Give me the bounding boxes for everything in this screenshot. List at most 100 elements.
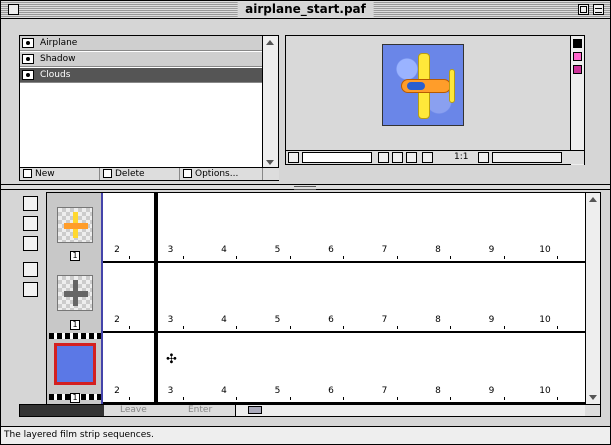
hand-tool-icon[interactable] — [23, 236, 38, 251]
trash-icon — [103, 169, 112, 178]
new-layer-icon — [23, 169, 32, 178]
eye-icon[interactable] — [22, 70, 34, 80]
frame-number: 4 — [221, 386, 227, 396]
title-bar[interactable]: airplane_start.paf — [1, 1, 610, 19]
frame-tick — [503, 397, 505, 400]
track-separator — [103, 331, 586, 333]
frame-number: 8 — [435, 245, 441, 255]
frame-tick — [396, 256, 398, 259]
frame-number: 10 — [539, 315, 551, 325]
frame-tick — [343, 397, 344, 400]
frame-tick — [182, 397, 184, 400]
frame-tick — [129, 256, 130, 259]
layer-row-shadow[interactable]: Shadow — [20, 52, 263, 67]
collapse-box[interactable] — [593, 4, 604, 15]
move-cursor-icon: ✣ — [166, 352, 177, 367]
plane-cockpit — [407, 82, 425, 90]
new-layer-button[interactable]: New — [20, 168, 100, 180]
step-forward-icon[interactable] — [392, 152, 403, 163]
timeline: 1 1 1 2 3 4 5 6 7 8 9 10 2 3 4 5 6 7 8 9 10 2 3 4 5 6 7 8 9 10 — [46, 192, 601, 404]
preview-hscroll[interactable] — [492, 152, 562, 163]
frame-number: 5 — [274, 315, 281, 325]
scroll-down-arrow-icon[interactable] — [589, 395, 597, 400]
frame-number: 4 — [221, 315, 227, 325]
layer-button-bar: New Delete Options... — [20, 167, 279, 180]
layer-list-scrollbar[interactable] — [262, 36, 278, 169]
layer-options-button[interactable]: Options... — [180, 168, 263, 180]
frame-number: 7 — [381, 315, 388, 325]
frame-tick — [557, 326, 558, 329]
frame-tick — [503, 256, 505, 259]
arrow-tool-icon[interactable] — [23, 216, 38, 231]
clouds-thumbnail[interactable] — [54, 343, 96, 385]
frame-number: 7 — [381, 245, 388, 255]
layer-row-clouds[interactable]: Clouds — [20, 68, 263, 83]
timeline-bottom-bar: Leave Enter — [19, 404, 601, 417]
frame-number: 6 — [328, 245, 334, 255]
close-box[interactable] — [8, 4, 19, 15]
app-window: airplane_start.paf Airplane Shadow Cloud… — [0, 0, 611, 445]
track-badge: 1 — [70, 251, 80, 261]
trash-icon[interactable] — [23, 282, 38, 297]
frame-number: 6 — [328, 315, 334, 325]
timeline-scrollbar[interactable] — [585, 193, 600, 404]
frame-tick — [289, 256, 291, 259]
track-thumbnail-column: 1 1 1 — [47, 193, 103, 404]
leave-button[interactable]: Leave — [120, 405, 147, 416]
frame-tick — [236, 397, 237, 400]
timeline-hscroll[interactable] — [235, 405, 585, 416]
frame-number: 3 — [167, 315, 174, 325]
insert-frame-icon[interactable] — [23, 262, 38, 277]
frame-tick — [503, 326, 505, 329]
frame-number: 3 — [167, 245, 174, 255]
frame-tick — [343, 256, 344, 259]
frame-tick — [289, 326, 291, 329]
play-icon[interactable] — [288, 152, 299, 163]
swatch-black[interactable] — [573, 39, 582, 48]
frame-tick — [396, 326, 398, 329]
step-back-icon[interactable] — [378, 152, 389, 163]
eye-icon[interactable] — [22, 54, 34, 64]
frame-tick — [236, 326, 237, 329]
frame-number: 10 — [539, 245, 551, 255]
frame-number: 4 — [221, 245, 227, 255]
frame-number: 3 — [167, 386, 174, 396]
zoom-box[interactable] — [578, 4, 589, 15]
frame-tick — [396, 397, 398, 400]
frame-tick — [450, 256, 451, 259]
playback-slider[interactable] — [302, 152, 372, 163]
playhead[interactable] — [154, 193, 158, 404]
loop-icon[interactable] — [406, 152, 417, 163]
shadow-thumbnail[interactable] — [57, 275, 93, 311]
preview-scrollbar[interactable] — [570, 36, 584, 165]
zoom-ratio: 1:1 — [454, 152, 469, 162]
filmstrip-icon[interactable] — [23, 196, 38, 211]
film-sprockets — [49, 333, 101, 339]
hscroll-thumb[interactable] — [248, 406, 262, 414]
eye-icon[interactable] — [22, 38, 34, 48]
preview-image — [382, 44, 464, 126]
playback-controls: 1:1 — [286, 150, 584, 164]
layer-row-airplane[interactable]: Airplane — [20, 36, 263, 51]
airplane-thumbnail[interactable] — [57, 207, 93, 243]
zoom-out-icon[interactable] — [478, 152, 489, 163]
frame-tick — [557, 256, 558, 259]
zoom-in-icon[interactable] — [422, 152, 433, 163]
layer-name: Airplane — [40, 38, 78, 48]
layer-name: Shadow — [40, 54, 76, 64]
swatch-pink[interactable] — [573, 52, 582, 61]
enter-button[interactable]: Enter — [188, 405, 212, 416]
frame-number: 8 — [435, 386, 441, 396]
frame-number: 8 — [435, 315, 441, 325]
frame-number: 5 — [274, 386, 281, 396]
scroll-up-arrow-icon[interactable] — [589, 197, 597, 202]
delete-layer-button[interactable]: Delete — [100, 168, 180, 180]
pane-divider[interactable] — [1, 184, 610, 190]
frame-number: 9 — [488, 245, 495, 255]
preview-pane: 1:1 — [285, 35, 585, 165]
swatch-magenta[interactable] — [573, 65, 582, 74]
layer-list: Airplane Shadow Clouds New Delete Option… — [19, 35, 279, 181]
scroll-down-arrow-icon[interactable] — [266, 160, 274, 165]
scroll-up-arrow-icon[interactable] — [266, 40, 274, 45]
frame-number: 6 — [328, 386, 334, 396]
